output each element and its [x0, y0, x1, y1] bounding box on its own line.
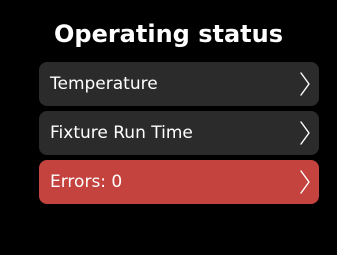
page-title: Operating status — [53, 20, 283, 48]
menu-item-fixture-run-time[interactable]: Fixture Run Time — [39, 111, 319, 155]
menu-item-label: Errors: 0 — [50, 172, 123, 192]
chevron-right-icon — [300, 121, 310, 145]
menu-item-errors[interactable]: Errors: 0 — [39, 160, 319, 204]
menu-item-temperature[interactable]: Temperature — [39, 62, 319, 106]
operating-status-screen: Operating status Temperature Fixture Run… — [0, 0, 337, 255]
menu-item-label: Temperature — [50, 74, 158, 94]
chevron-right-icon — [300, 170, 310, 194]
chevron-right-icon — [300, 72, 310, 96]
menu-item-label: Fixture Run Time — [50, 123, 193, 143]
